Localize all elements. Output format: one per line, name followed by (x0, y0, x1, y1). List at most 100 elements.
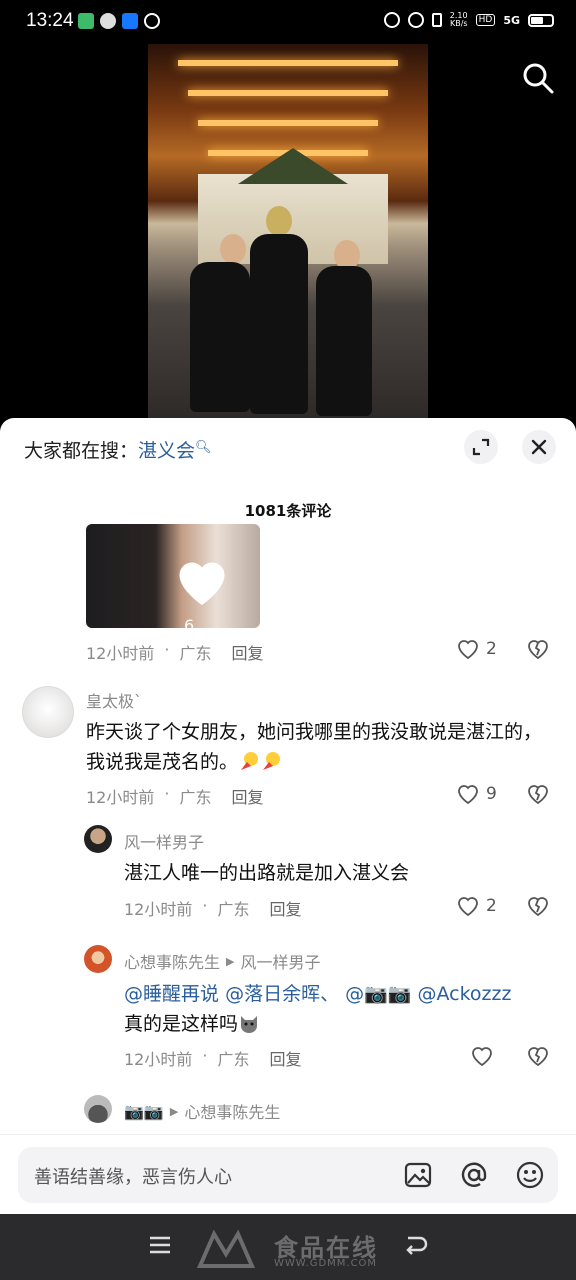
back-icon[interactable] (404, 1234, 428, 1256)
status-time: 13:24 (26, 10, 74, 31)
alipay-icon (122, 13, 138, 29)
vibrate-icon (431, 13, 442, 27)
comment-meta: 12小时前 · 广东 回复 (86, 784, 264, 808)
mention-link[interactable]: @Ackozzz (418, 983, 512, 1005)
dislike-icon[interactable] (526, 1045, 550, 1067)
dancer-head (220, 234, 246, 264)
mention-link[interactable]: @📷📷 (345, 983, 411, 1005)
video-player[interactable] (0, 44, 576, 424)
speed-icon (407, 12, 424, 28)
comment-input[interactable]: 善语结善缘，恶言伤人心 (18, 1147, 558, 1203)
small-search-icon: 🔍︎ (195, 440, 212, 455)
trending-search-keyword[interactable]: 湛义会 (138, 440, 195, 462)
mention-link[interactable]: @睡醒再说 (124, 983, 219, 1005)
comment-input-bar: 善语结善缘，恶言伤人心 (0, 1134, 576, 1215)
like-button[interactable] (470, 1045, 500, 1067)
status-bar: 13:24 2.10 KB/s HD 5G (0, 0, 576, 44)
dislike-icon[interactable] (526, 638, 550, 660)
reply-button[interactable]: 回复 (231, 784, 263, 808)
expand-button[interactable] (464, 430, 498, 464)
close-icon (531, 439, 547, 455)
dislike-icon[interactable] (526, 783, 550, 805)
close-button[interactable] (522, 430, 556, 464)
reply-button[interactable]: 回复 (269, 1046, 301, 1070)
emoji-icon (241, 752, 259, 770)
watermark-logo (196, 1229, 256, 1268)
pagoda-lights (178, 60, 398, 66)
comment-reply-header: 📷📷 ▶ 心想事陈先生 (124, 1099, 280, 1123)
avatar[interactable] (84, 825, 112, 853)
trending-search-prefix: 大家都在搜： (24, 440, 139, 462)
comment-time: 12小时前 (124, 900, 193, 919)
comment-text: 湛江人唯一的出路就是加入湛义会 (124, 862, 410, 884)
app-icon (144, 13, 160, 29)
comment-meta: 12小时前 · 广东 回复 (124, 1046, 302, 1070)
comment-location: 广东 (179, 644, 212, 663)
dancer (316, 266, 372, 416)
video-frame[interactable] (148, 44, 428, 418)
dancer (190, 262, 250, 412)
dog-emoji-icon (241, 1016, 258, 1033)
heart-icon (458, 897, 478, 917)
mention-link[interactable]: @落日余晖、 (225, 983, 339, 1005)
comment-username[interactable]: 风一样男子 (124, 829, 204, 853)
comment-image[interactable]: 6 (86, 524, 260, 628)
image-icon[interactable] (402, 1159, 434, 1191)
app-notification-icon (78, 13, 94, 29)
comment-input-placeholder: 善语结善缘，恶言伤人心 (34, 1167, 232, 1188)
at-icon[interactable] (458, 1159, 490, 1191)
system-nav-bar: 食品在线 WWW.GDMM.COM (0, 1214, 576, 1280)
reply-to-username[interactable]: 风一样男子 (240, 949, 320, 973)
meta-dot: · (202, 1046, 208, 1065)
like-button[interactable]: 9 (456, 783, 497, 805)
trending-search[interactable]: 大家都在搜：湛义会🔍︎ (24, 436, 212, 463)
signal-label: 5G (503, 13, 520, 27)
dancer (250, 234, 308, 414)
comment-username[interactable]: 心想事陈先生 (124, 949, 220, 973)
reply-button[interactable]: 回复 (231, 640, 263, 664)
comment-text-body: 真的是这样吗 (124, 1013, 239, 1035)
comment-username[interactable]: 📷📷 (124, 1102, 164, 1121)
comment-location: 广东 (179, 788, 212, 807)
like-button[interactable]: 2 (456, 895, 497, 917)
avatar[interactable] (22, 686, 74, 738)
comment-location: 广东 (217, 1050, 250, 1069)
heart-icon (472, 1047, 492, 1067)
heart-icon (458, 785, 478, 805)
reply-arrow-icon: ▶ (169, 1104, 179, 1118)
comment-reply-header: 心想事陈先生 ▶ 风一样男子 (124, 949, 321, 973)
hd-icon: HD (475, 14, 496, 26)
like-button[interactable]: 2 (456, 638, 497, 660)
avatar[interactable] (84, 945, 112, 973)
comments-sheet: 大家都在搜：湛义会🔍︎ 1081条评论 6 12小时前 · 广东 回复 2 皇太… (0, 418, 576, 1214)
expand-icon (472, 438, 490, 456)
comment-meta: 12小时前 · 广东 回复 (124, 896, 302, 920)
avatar[interactable] (84, 1095, 112, 1123)
status-right: 2.10 KB/s HD 5G (383, 12, 554, 28)
watermark: 食品在线 WWW.GDMM.COM (196, 1228, 386, 1272)
dancer-head (266, 206, 292, 236)
reply-button[interactable]: 回复 (269, 896, 301, 920)
reply-to-username[interactable]: 心想事陈先生 (184, 1099, 280, 1123)
dislike-icon[interactable] (526, 895, 550, 917)
watermark-url: WWW.GDMM.COM (274, 1258, 378, 1269)
comment-meta: 12小时前 · 广东 回复 (86, 640, 264, 664)
comment-username[interactable]: 皇太极` (86, 688, 142, 712)
comment-text-body: 昨天谈了个女朋友，她问我哪里的我没敢说是湛江的，我说我是茂名的。 (86, 721, 543, 773)
image-like-count: 6 (184, 616, 195, 628)
like-count: 2 (486, 896, 497, 916)
search-icon[interactable] (522, 62, 554, 94)
comment-time: 12小时前 (86, 788, 155, 807)
notification-icons (78, 13, 160, 29)
comment-text: @睡醒再说 @落日余晖、 @📷📷 @Ackozzz 真的是这样吗 (124, 979, 554, 1039)
meta-dot: · (202, 896, 208, 915)
heart-overlay-icon (179, 562, 225, 605)
like-count: 9 (486, 784, 497, 804)
pagoda-lights (198, 120, 378, 126)
alarm-icon (383, 12, 400, 28)
comment-count: 1081条评论 (244, 502, 332, 520)
menu-icon[interactable] (148, 1234, 172, 1256)
emoji-picker-icon[interactable] (514, 1159, 546, 1191)
wechat-icon (100, 13, 116, 29)
comment-location: 广东 (217, 900, 250, 919)
